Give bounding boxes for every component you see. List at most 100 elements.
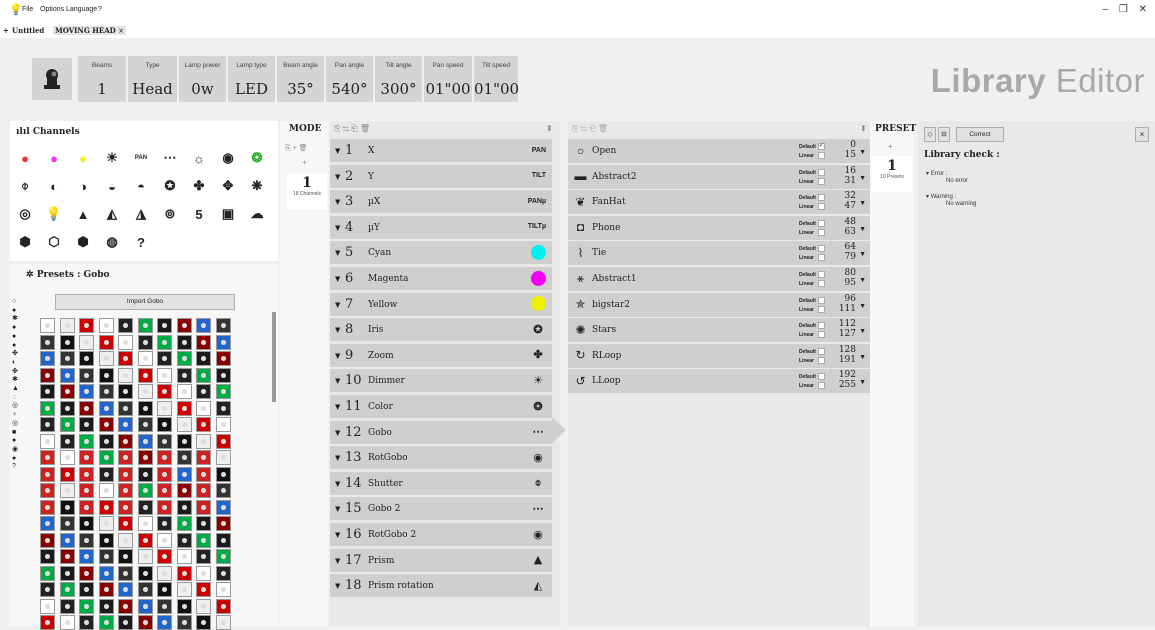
gobo-swatch[interactable] [79,417,94,432]
dropdown-arrow-icon[interactable]: ▼ [859,251,866,258]
channel-row[interactable]: ▼ 12 Gobo ⋯ [330,420,552,444]
gobo-swatch[interactable] [215,466,231,482]
category-icon[interactable]: ▲ [12,385,20,394]
linear-checkbox[interactable] [818,305,825,313]
trash-icon[interactable]: 🗑 [360,124,370,133]
gobo-swatch[interactable] [59,516,75,531]
copy-preset-icon[interactable]: ⎘ [572,124,578,133]
gobo-swatch[interactable] [59,532,75,548]
strobe-icon[interactable]: ☼ [190,149,208,167]
channel-row[interactable]: ▼ 18 Prism rotation ◭ [330,574,552,598]
gobo-swatch[interactable] [40,400,55,416]
close-window-button[interactable]: ✕ [1139,4,1147,15]
gobo-swatch[interactable] [215,499,231,515]
gobo-swatch[interactable] [118,384,133,399]
category-icon[interactable]: ✱ [12,315,20,324]
gobo-swatch[interactable] [118,532,133,548]
gobo-swatch[interactable] [118,433,133,449]
gobo-swatch[interactable] [118,483,133,498]
range-end[interactable]: 15 [845,150,856,160]
gobo-swatch[interactable] [40,516,55,531]
gobo-swatch[interactable] [40,549,55,564]
gobo-swatch[interactable] [40,351,55,366]
gobo-swatch[interactable] [176,516,192,531]
copy-channel-icon[interactable]: ⎘ [334,124,340,133]
color-wheel-icon[interactable]: ● [74,149,92,167]
gobo-swatch[interactable] [176,318,192,333]
expand-arrow-icon[interactable]: ▼ [335,224,340,232]
range-end[interactable]: 191 [839,355,856,365]
dropdown-arrow-icon[interactable]: ▼ [859,277,866,284]
gobo-swatch[interactable] [157,598,172,614]
gobo-swatch[interactable] [40,334,55,350]
expand-arrow-icon[interactable]: ▼ [335,377,340,385]
gobo-swatch[interactable] [176,582,192,597]
gobo-swatch[interactable] [118,351,133,366]
expand-arrow-icon[interactable]: ▼ [335,557,340,565]
gobo-swatch[interactable] [59,499,75,515]
gobo-swatch[interactable] [137,499,153,515]
channel-row[interactable]: ▼ 7 Yellow [330,292,552,316]
smoke-icon[interactable]: ☁ [248,205,266,223]
minimize-button[interactable]: – [1103,4,1109,15]
linear-checkbox[interactable] [818,228,825,236]
channel-row[interactable]: ▼ 2 Y TILT [330,164,552,188]
gobo-swatch[interactable] [59,565,75,581]
gobo-swatch[interactable] [40,433,55,449]
prop-2[interactable]: Lamp power 0w [179,56,226,102]
gobo-swatch[interactable] [98,417,114,432]
gobo-swatch[interactable] [59,318,75,333]
gobo-swatch[interactable] [98,334,114,350]
gobo2-icon[interactable]: ◑ [74,177,92,195]
preset-row[interactable]: ✯ bigstar2 Default Linear 96 111 ▼ [568,292,870,317]
preset-row[interactable]: ⚹ Abstract1 Default Linear 80 95 ▼ [568,267,870,291]
expand-arrow-icon[interactable]: ▼ [335,147,340,155]
range-end[interactable]: 95 [845,278,856,288]
gobo-swatch[interactable] [137,334,153,350]
category-icon[interactable]: ◎ [12,420,20,429]
channel-row[interactable]: ▼ 5 Cyan [330,241,552,265]
gobo-swatch[interactable] [176,565,192,581]
gobo-swatch[interactable] [79,582,94,597]
default-checkbox[interactable] [818,373,825,381]
dropdown-arrow-icon[interactable]: ▼ [859,354,866,361]
gobo-swatch[interactable] [40,318,55,333]
preset-item[interactable]: 1 10 Presets [872,156,912,192]
preset-name[interactable]: FanHat [592,197,626,207]
linear-checkbox[interactable] [818,254,825,262]
gobo-swatch[interactable] [40,384,55,399]
gobo-swatch[interactable] [176,417,192,432]
linear-checkbox[interactable] [818,152,825,159]
expand-arrow-icon[interactable]: ▼ [335,249,340,257]
gobo-swatch[interactable] [118,499,133,515]
gobo-swatch[interactable] [118,582,133,597]
gobo-swatch[interactable] [79,598,94,614]
gobo-swatch[interactable] [40,598,55,614]
gobo-swatch[interactable] [118,598,133,614]
expand-button[interactable]: ◇ [924,127,936,142]
lamp-icon[interactable]: 💡 [45,205,63,223]
copy-icon[interactable]: ⎘ [285,145,291,152]
gobo-swatch[interactable] [79,400,94,416]
gobo-swatch[interactable] [40,367,55,383]
shutter-icon[interactable]: ⌽ [16,177,34,195]
expand-arrow-icon[interactable]: ▼ [335,403,340,411]
gobo-swatch[interactable] [196,450,211,465]
rotgobo-icon[interactable]: ◐ [45,177,63,195]
gobo-swatch[interactable] [79,450,94,465]
gobo-swatch[interactable] [79,549,94,564]
gobo-swatch[interactable] [98,598,114,614]
channel-row[interactable]: ▼ 16 RotGobo 2 ◉ [330,523,552,546]
gobo-swatch[interactable] [98,384,114,399]
gobo-swatch[interactable] [176,615,192,630]
gobo-swatch[interactable] [59,483,75,498]
preset-row[interactable]: ⌇ Tie Default Linear 64 79 ▼ [568,241,870,266]
preset-row[interactable]: ◘ Phone Default Linear 48 63 ▼ [568,215,870,240]
gobo-swatch[interactable] [215,417,231,432]
gobo-swatch[interactable] [137,615,153,630]
gobo-swatch[interactable] [196,318,211,333]
gobo-swatch[interactable] [176,598,192,614]
gobo-swatch[interactable] [157,334,172,350]
preset-row[interactable]: ❦ FanHat Default Linear 32 47 ▼ [568,190,870,215]
category-icon[interactable]: ● [12,342,20,351]
